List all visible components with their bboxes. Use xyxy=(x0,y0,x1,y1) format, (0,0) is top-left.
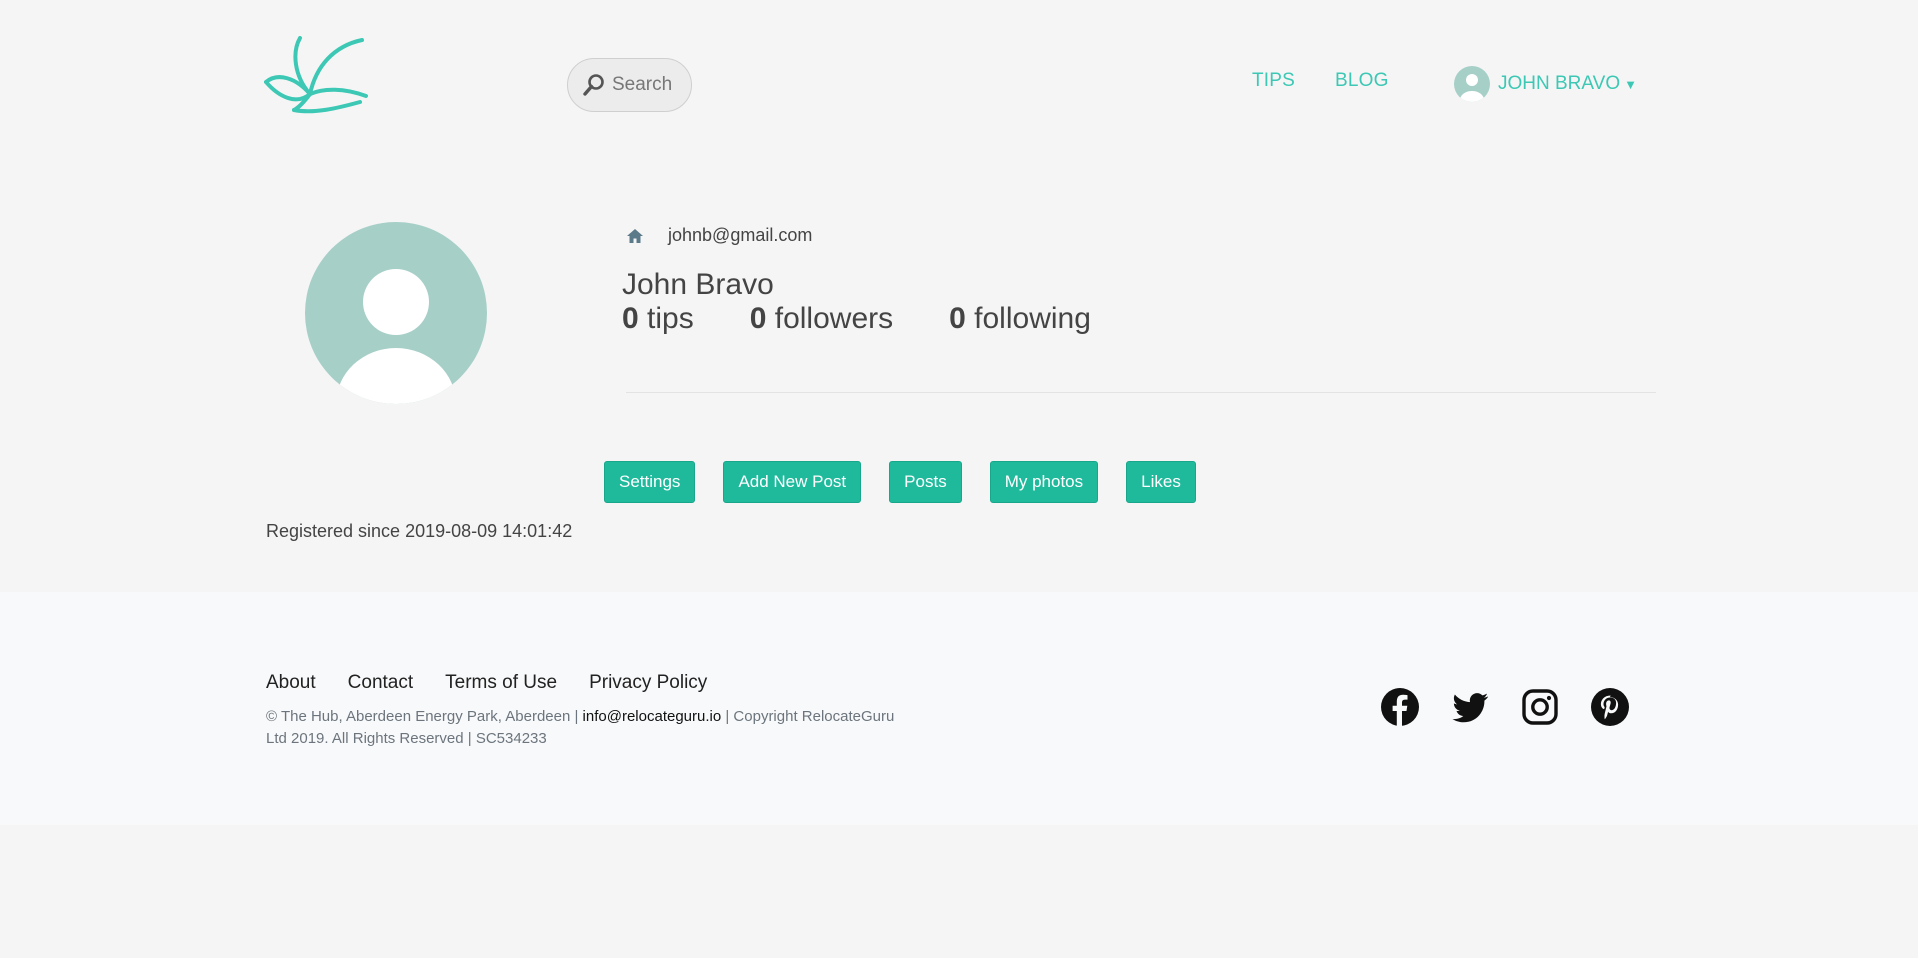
footer: About Contact Terms of Use Privacy Polic… xyxy=(0,592,1918,825)
home-icon xyxy=(626,228,644,244)
profile-action-buttons: Settings Add New Post Posts My photos Li… xyxy=(604,461,1224,503)
profile-page: TIPS BLOG JOHN BRAVO ▼ johnb@gmail.com J… xyxy=(0,0,1918,958)
my-photos-button[interactable]: My photos xyxy=(989,461,1099,503)
profile-email-row: johnb@gmail.com xyxy=(626,225,812,246)
search-icon xyxy=(582,73,606,97)
social-links xyxy=(1380,687,1660,727)
search-input[interactable] xyxy=(612,74,692,96)
facebook-icon[interactable] xyxy=(1380,687,1420,727)
swallow-bird-logo-icon xyxy=(264,36,368,114)
footer-email-link[interactable]: info@relocateguru.io xyxy=(583,708,722,725)
footer-address: © The Hub, Aberdeen Energy Park, Aberdee… xyxy=(266,708,579,725)
footer-privacy-link[interactable]: Privacy Policy xyxy=(589,672,707,694)
stat-following[interactable]: 0 following xyxy=(949,302,1091,336)
user-avatar-icon xyxy=(1454,66,1490,102)
profile-avatar xyxy=(305,222,487,404)
profile-email: johnb@gmail.com xyxy=(668,225,813,245)
stat-tips-label: tips xyxy=(647,302,694,335)
profile-stats: 0 tips 0 followers 0 following xyxy=(622,302,1147,336)
settings-button[interactable]: Settings xyxy=(604,461,696,503)
stat-tips[interactable]: 0 tips xyxy=(622,302,694,336)
instagram-icon[interactable] xyxy=(1520,687,1560,727)
user-menu-dropdown[interactable]: JOHN BRAVO ▼ xyxy=(1454,66,1637,102)
site-logo[interactable] xyxy=(264,36,368,114)
search-box[interactable] xyxy=(567,58,692,112)
nav-blog-link[interactable]: BLOG xyxy=(1335,70,1389,92)
footer-terms-link[interactable]: Terms of Use xyxy=(445,672,557,694)
profile-name: John Bravo xyxy=(622,268,774,301)
caret-down-icon: ▼ xyxy=(1624,76,1637,92)
user-menu-name: JOHN BRAVO xyxy=(1498,73,1621,94)
add-new-post-button[interactable]: Add New Post xyxy=(723,461,862,503)
nav-tips-link[interactable]: TIPS xyxy=(1252,70,1295,92)
stat-followers[interactable]: 0 followers xyxy=(750,302,893,336)
footer-contact-link[interactable]: Contact xyxy=(348,672,413,694)
footer-about-link[interactable]: About xyxy=(266,672,316,694)
stat-following-label: following xyxy=(974,302,1091,335)
twitter-icon[interactable] xyxy=(1450,687,1490,727)
footer-copyright: © The Hub, Aberdeen Energy Park, Aberdee… xyxy=(266,706,916,750)
profile-divider xyxy=(626,392,1656,393)
posts-button[interactable]: Posts xyxy=(889,461,962,503)
stat-followers-count: 0 xyxy=(749,302,767,335)
likes-button[interactable]: Likes xyxy=(1126,461,1196,503)
pinterest-icon[interactable] xyxy=(1590,687,1630,727)
footer-links: About Contact Terms of Use Privacy Polic… xyxy=(266,672,739,694)
stat-tips-count: 0 xyxy=(622,302,639,335)
stat-following-count: 0 xyxy=(949,302,966,335)
registered-since: Registered since 2019-08-09 14:01:42 xyxy=(266,521,573,541)
stat-followers-label: followers xyxy=(774,302,894,335)
